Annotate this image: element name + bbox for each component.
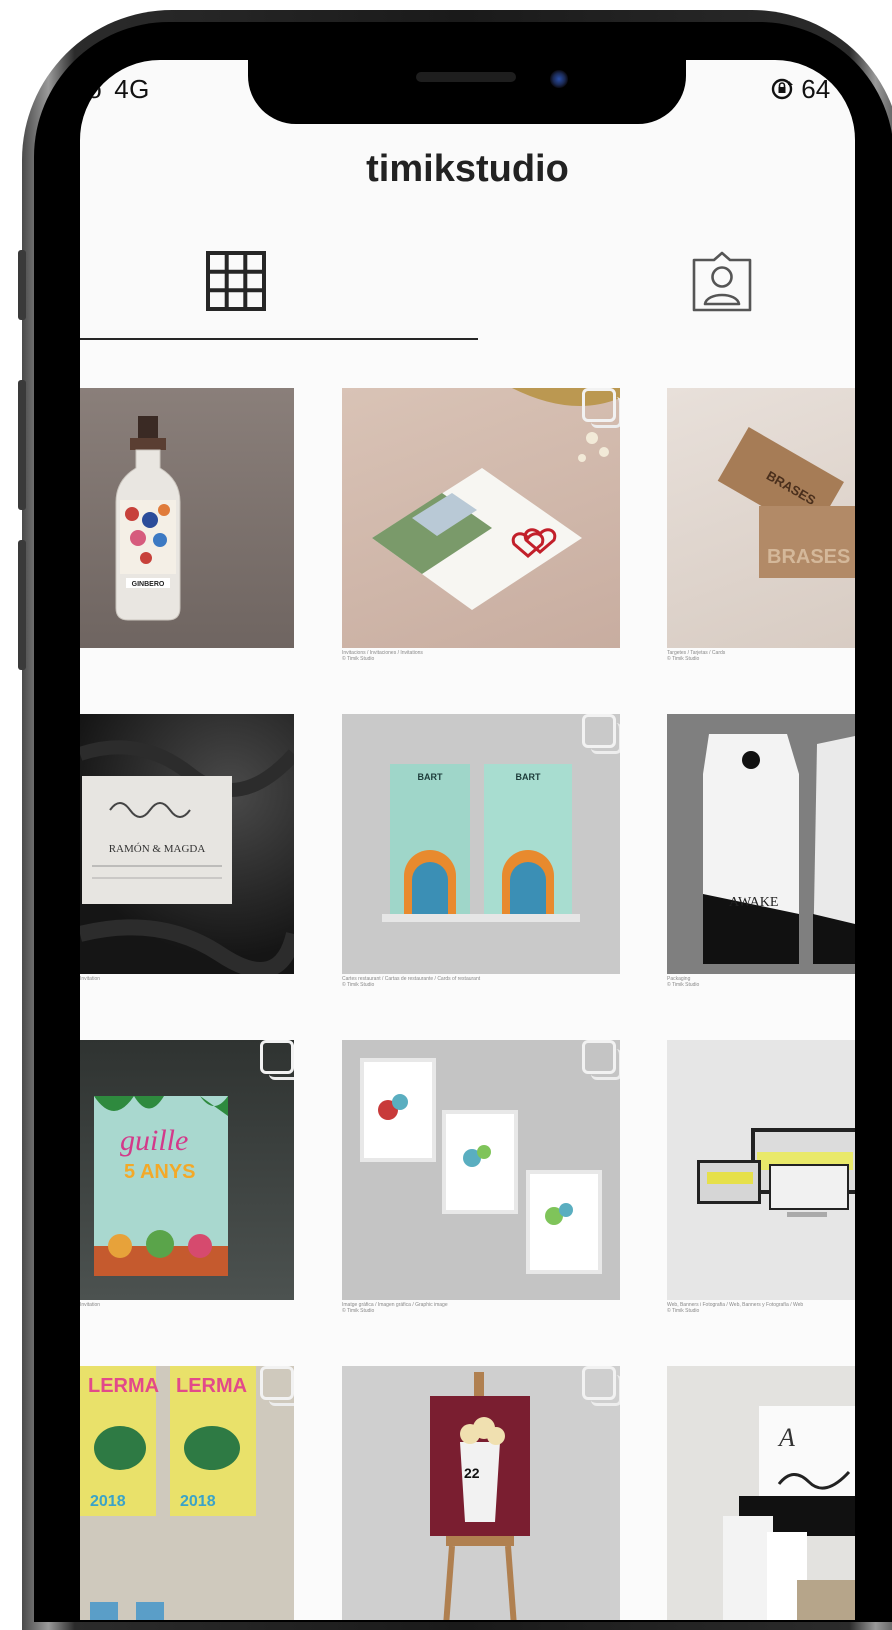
awake-label: AWAKE [729,895,778,910]
rotation-lock-icon [770,74,801,104]
brases-label-bottom: BRASES [767,546,850,568]
notch [248,60,686,124]
ramon-magda-image: RAMÓN & MAGDA [80,740,294,974]
bart-label-left: BART [418,772,443,782]
volume-down-button [18,540,26,670]
multi-post-icon [260,1366,294,1406]
profile-tabs [80,235,855,341]
tagged-icon [690,251,754,318]
post-graphic-image-frames[interactable] [342,1040,620,1300]
post-caption: Invitacions / Invitaciones / Invitations… [342,650,423,662]
post-grid: GINBERO Invitacions / Invitaciones / Inv… [80,340,855,1620]
carrier-label: igo [80,74,103,104]
festival-malaga-image: 22 [430,1372,530,1620]
multi-post-icon [582,714,620,754]
front-camera [550,70,568,88]
post-caption: Imatge gràfica / Imagen gráfica / Graphi… [342,1302,448,1314]
invitation-hearts-image [372,388,620,610]
lerma-posters-image: LERMA LERMA 2018 2018 [80,1366,256,1620]
ginbero-label: GINBERO [132,581,165,588]
lerma-label-left: LERMA [88,1375,159,1397]
post-caption: Invitation [80,976,101,982]
post-web-banners[interactable] [667,1040,855,1300]
profile-username: timikstudio [366,148,569,190]
grid-tab[interactable] [205,250,275,320]
post-lerma-posters[interactable]: LERMA LERMA 2018 2018 [80,1366,294,1620]
status-bar-right: 64 [770,74,830,105]
post-brases-cards[interactable]: BRASES BRASES [667,388,855,648]
bart-menu-image: BART BART [382,764,580,922]
ramon-magda-label: RAMÓN & MAGDA [109,843,206,855]
post-awake-coffee[interactable]: AWAKE [667,714,855,974]
post-ginbero-bottle[interactable]: GINBERO [80,388,294,648]
web-banners-image [697,1128,855,1217]
network-label: 4G [114,74,150,104]
guille-invitation-image: guille 5 ANYS [94,1096,228,1276]
tagged-tab[interactable] [690,250,760,320]
post-stationery[interactable]: A [667,1366,855,1620]
volume-up-button [18,380,26,510]
brases-cards-image: BRASES BRASES [717,427,855,578]
post-bart-menu-cards[interactable]: BART BART [342,714,620,974]
lerma-label-right: LERMA [176,1375,247,1397]
graphic-image-frames-image [360,1058,602,1274]
monogram-icon: A [777,1423,795,1452]
phone-screen: igo 4G 64 timikstudio [80,60,855,1620]
speaker-grille [416,72,516,82]
guille-label: guille [120,1124,188,1157]
post-caption: Cartes restaurant / Cartas de restaurant… [342,976,481,988]
post-caption: Web, Banners i Fotografia / Web, Banners… [667,1302,804,1314]
post-festival-malaga-poster[interactable]: 22 [342,1366,620,1620]
battery-percent: 64 [801,74,831,104]
post-guille-5-anys[interactable]: guille 5 ANYS [80,1040,294,1300]
anys-label: 5 ANYS [124,1161,196,1183]
festival-number-label: 22 [464,1465,480,1481]
multi-post-icon [582,1366,620,1406]
post-ramon-magda-invitation[interactable]: RAMÓN & MAGDA [80,714,294,974]
multi-post-icon [260,1040,294,1080]
silent-switch [18,250,26,320]
multi-post-icon [582,1040,620,1080]
status-bar-left: igo 4G [80,74,150,105]
year-label-right: 2018 [180,1493,216,1510]
ginbero-bottle-image: GINBERO [115,416,181,621]
post-caption: Invitation [80,1302,101,1308]
bart-label-right: BART [516,772,541,782]
multi-post-icon [582,388,620,428]
stationery-image: A [723,1406,855,1620]
awake-coffee-image: AWAKE [703,734,855,964]
year-label-left: 2018 [90,1493,126,1510]
post-caption: Packaging © Timik Studio [667,976,700,988]
post-caption: Targetes / Tarjetas / Cards © Timik Studi… [667,650,726,662]
post-invitation-hearts[interactable] [342,388,620,648]
grid-icon [205,251,267,316]
